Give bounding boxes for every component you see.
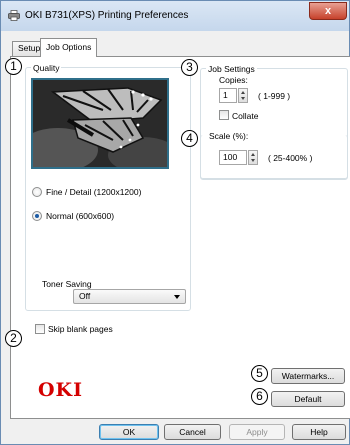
spin-down-icon bbox=[251, 159, 255, 162]
marker-4: 4 bbox=[181, 130, 198, 147]
collate-label: Collate bbox=[232, 111, 259, 121]
spin-down-icon bbox=[241, 97, 245, 100]
tab-job-options-label: Job Options bbox=[46, 42, 92, 52]
window-title: OKI B731(XPS) Printing Preferences bbox=[25, 10, 189, 21]
ok-button[interactable]: OK bbox=[99, 424, 159, 440]
marker-3: 3 bbox=[181, 59, 198, 76]
copies-range: ( 1-999 ) bbox=[258, 91, 291, 101]
help-button[interactable]: Help bbox=[292, 424, 346, 440]
close-icon: x bbox=[324, 5, 332, 17]
marker-6: 6 bbox=[251, 388, 268, 405]
scale-label: Scale (%): bbox=[207, 131, 251, 141]
skip-blank-pages-label: Skip blank pages bbox=[48, 324, 113, 334]
tab-job-options[interactable]: Job Options bbox=[40, 38, 98, 57]
quality-preview-image bbox=[31, 78, 169, 169]
toner-saving-select[interactable]: Off bbox=[73, 289, 186, 304]
marker-5: 5 bbox=[251, 365, 268, 382]
printing-preferences-dialog: OKI B731(XPS) Printing Preferences x Set… bbox=[0, 0, 350, 445]
default-button[interactable]: Default bbox=[271, 391, 345, 407]
printer-icon bbox=[8, 10, 20, 21]
oki-logo: OKI bbox=[38, 379, 83, 401]
scale-range: ( 25-400% ) bbox=[268, 153, 313, 163]
scale-input[interactable]: 100 bbox=[219, 150, 247, 165]
copies-label: Copies: bbox=[219, 75, 248, 85]
collate-checkbox[interactable] bbox=[219, 110, 229, 120]
chevron-down-icon bbox=[174, 295, 180, 299]
quality-group-label: Quality bbox=[31, 63, 62, 73]
normal-label: Normal (600x600) bbox=[46, 211, 115, 221]
copies-input[interactable]: 1 bbox=[219, 88, 237, 103]
watermarks-button[interactable]: Watermarks... bbox=[271, 368, 345, 384]
copies-value: 1 bbox=[223, 90, 228, 100]
copies-stepper[interactable] bbox=[238, 88, 248, 103]
spin-up-icon bbox=[251, 153, 255, 156]
scale-stepper[interactable] bbox=[248, 150, 258, 165]
marker-1: 1 bbox=[5, 58, 22, 75]
cancel-button[interactable]: Cancel bbox=[164, 424, 221, 440]
fine-detail-label: Fine / Detail (1200x1200) bbox=[46, 187, 142, 197]
toner-saving-value: Off bbox=[79, 291, 91, 301]
close-button[interactable]: x bbox=[309, 2, 347, 20]
apply-button[interactable]: Apply bbox=[229, 424, 285, 440]
toner-saving-label: Toner Saving bbox=[42, 279, 92, 289]
spin-up-icon bbox=[241, 91, 245, 94]
scale-value: 100 bbox=[223, 152, 238, 162]
title-bar: OKI B731(XPS) Printing Preferences x bbox=[1, 1, 349, 31]
marker-2: 2 bbox=[5, 330, 22, 347]
job-settings-label: Job Settings bbox=[206, 64, 257, 74]
monarch-butterfly-preview bbox=[33, 80, 167, 167]
tab-setup-label: Setup bbox=[18, 43, 41, 53]
skip-blank-pages-checkbox[interactable] bbox=[35, 324, 45, 334]
fine-detail-radio[interactable] bbox=[32, 187, 42, 197]
normal-radio[interactable] bbox=[32, 211, 42, 221]
